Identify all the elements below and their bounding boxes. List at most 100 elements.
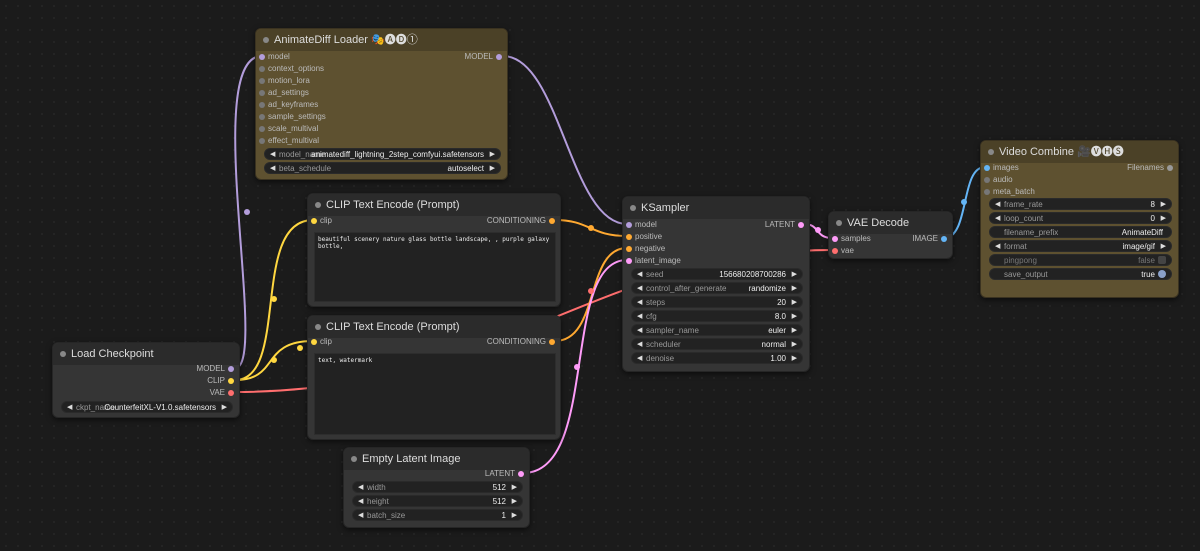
node-title[interactable]: KSampler	[623, 197, 809, 219]
socket-icon[interactable]	[259, 78, 265, 84]
socket-icon[interactable]	[549, 339, 555, 345]
input-ad-settings[interactable]: ad_settings	[259, 87, 309, 99]
socket-icon[interactable]	[626, 258, 632, 264]
socket-icon[interactable]	[626, 246, 632, 252]
collapse-dot-icon[interactable]	[351, 456, 357, 462]
socket-icon[interactable]	[518, 471, 524, 477]
collapse-dot-icon[interactable]	[315, 324, 321, 330]
arrow-left-icon[interactable]: ◀	[637, 325, 642, 337]
empty-latent-image-node[interactable]: Empty Latent Image LATENT ◀ width 512 ▶ …	[343, 447, 530, 528]
node-title[interactable]: Empty Latent Image	[344, 448, 529, 470]
scheduler-combo[interactable]: ◀ scheduler normal ▶	[631, 338, 803, 350]
node-title[interactable]: Video Combine 🎥🅥🅗🅢	[981, 141, 1178, 163]
ksampler-node[interactable]: KSampler model positive negative latent_…	[622, 196, 810, 372]
arrow-right-icon[interactable]: ▶	[1161, 241, 1166, 253]
model-name-combo[interactable]: ◀ model_name animatediff_lightning_2step…	[264, 148, 501, 160]
input-ad-keyframes[interactable]: ad_keyframes	[259, 99, 318, 111]
filename-prefix-text[interactable]: filename_prefix AnimateDiff	[989, 226, 1172, 238]
clip-text-encode-positive-node[interactable]: CLIP Text Encode (Prompt) clip CONDITION…	[307, 193, 561, 307]
cfg-number[interactable]: ◀ cfg 8.0 ▶	[631, 310, 803, 322]
output-conditioning[interactable]: CONDITIONING	[487, 336, 555, 348]
input-clip[interactable]: clip	[311, 215, 332, 227]
seed-number[interactable]: ◀ seed 156680208700286 ▶	[631, 268, 803, 280]
arrow-right-icon[interactable]: ▶	[512, 496, 517, 508]
toggle-off-icon[interactable]	[1158, 256, 1166, 264]
clip-text-encode-negative-node[interactable]: CLIP Text Encode (Prompt) clip CONDITION…	[307, 315, 561, 440]
toggle-on-icon[interactable]	[1158, 270, 1166, 278]
arrow-left-icon[interactable]: ◀	[637, 297, 642, 309]
socket-icon[interactable]	[626, 222, 632, 228]
arrow-right-icon[interactable]: ▶	[490, 163, 495, 175]
socket-icon[interactable]	[259, 138, 265, 144]
animatediff-loader-node[interactable]: AnimateDiff Loader 🎭🅐🅓① model context_op…	[255, 28, 508, 180]
input-effect-multival[interactable]: effect_multival	[259, 135, 319, 147]
arrow-left-icon[interactable]: ◀	[358, 482, 363, 494]
ckpt-name-combo[interactable]: ◀ ckpt_name CounterfeitXL-V1.0.safetenso…	[61, 401, 233, 413]
output-clip[interactable]: CLIP	[207, 375, 234, 387]
socket-icon[interactable]	[228, 366, 234, 372]
save-output-toggle[interactable]: save_output true	[989, 268, 1172, 280]
arrow-right-icon[interactable]: ▶	[792, 297, 797, 309]
node-title[interactable]: CLIP Text Encode (Prompt)	[308, 194, 560, 216]
control-after-generate-combo[interactable]: ◀ control_after_generate randomize ▶	[631, 282, 803, 294]
node-title[interactable]: CLIP Text Encode (Prompt)	[308, 316, 560, 338]
output-vae[interactable]: VAE	[210, 387, 234, 399]
collapse-dot-icon[interactable]	[988, 149, 994, 155]
socket-icon[interactable]	[832, 248, 838, 254]
arrow-left-icon[interactable]: ◀	[637, 283, 642, 295]
node-title[interactable]: VAE Decode	[829, 212, 952, 234]
negative-prompt-textarea[interactable]: text, watermark	[314, 353, 556, 435]
input-images[interactable]: images	[984, 162, 1019, 174]
socket-icon[interactable]	[1167, 165, 1173, 171]
input-vae[interactable]: vae	[832, 245, 854, 257]
collapse-dot-icon[interactable]	[630, 205, 636, 211]
arrow-left-icon[interactable]: ◀	[637, 339, 642, 351]
arrow-left-icon[interactable]: ◀	[270, 163, 275, 175]
socket-icon[interactable]	[984, 189, 990, 195]
output-latent[interactable]: LATENT	[485, 468, 524, 480]
input-clip[interactable]: clip	[311, 336, 332, 348]
input-audio[interactable]: audio	[984, 174, 1013, 186]
socket-icon[interactable]	[311, 218, 317, 224]
socket-icon[interactable]	[259, 54, 265, 60]
positive-prompt-textarea[interactable]: beautiful scenery nature glass bottle la…	[314, 232, 556, 302]
socket-icon[interactable]	[496, 54, 502, 60]
frame-rate-number[interactable]: ◀ frame_rate 8 ▶	[989, 198, 1172, 210]
collapse-dot-icon[interactable]	[836, 220, 842, 226]
input-samples[interactable]: samples	[832, 233, 871, 245]
arrow-right-icon[interactable]: ▶	[512, 510, 517, 522]
collapse-dot-icon[interactable]	[60, 351, 66, 357]
loop-count-number[interactable]: ◀ loop_count 0 ▶	[989, 212, 1172, 224]
input-context-options[interactable]: context_options	[259, 63, 324, 75]
arrow-right-icon[interactable]: ▶	[792, 269, 797, 281]
input-scale-multival[interactable]: scale_multival	[259, 123, 318, 135]
socket-icon[interactable]	[259, 90, 265, 96]
sampler-name-combo[interactable]: ◀ sampler_name euler ▶	[631, 324, 803, 336]
arrow-right-icon[interactable]: ▶	[512, 482, 517, 494]
beta-schedule-combo[interactable]: ◀ beta_schedule autoselect ▶	[264, 162, 501, 174]
input-meta-batch[interactable]: meta_batch	[984, 186, 1035, 198]
arrow-left-icon[interactable]: ◀	[358, 510, 363, 522]
input-model[interactable]: model	[626, 219, 657, 231]
batch-size-number[interactable]: ◀ batch_size 1 ▶	[352, 509, 523, 521]
output-image[interactable]: IMAGE	[912, 233, 947, 245]
output-model[interactable]: MODEL	[197, 363, 234, 375]
input-model[interactable]: model	[259, 51, 290, 63]
input-sample-settings[interactable]: sample_settings	[259, 111, 326, 123]
output-model[interactable]: MODEL	[465, 51, 502, 63]
arrow-left-icon[interactable]: ◀	[67, 402, 72, 414]
socket-icon[interactable]	[259, 102, 265, 108]
socket-icon[interactable]	[311, 339, 317, 345]
socket-icon[interactable]	[259, 114, 265, 120]
socket-icon[interactable]	[832, 236, 838, 242]
node-title[interactable]: Load Checkpoint	[53, 343, 239, 365]
format-combo[interactable]: ◀ format image/gif ▶	[989, 240, 1172, 252]
arrow-right-icon[interactable]: ▶	[792, 325, 797, 337]
socket-icon[interactable]	[549, 218, 555, 224]
input-latent-image[interactable]: latent_image	[626, 255, 681, 267]
input-motion-lora[interactable]: motion_lora	[259, 75, 310, 87]
node-title[interactable]: AnimateDiff Loader 🎭🅐🅓①	[256, 29, 507, 51]
socket-icon[interactable]	[228, 378, 234, 384]
output-conditioning[interactable]: CONDITIONING	[487, 215, 555, 227]
output-filenames[interactable]: Filenames	[1127, 162, 1173, 174]
